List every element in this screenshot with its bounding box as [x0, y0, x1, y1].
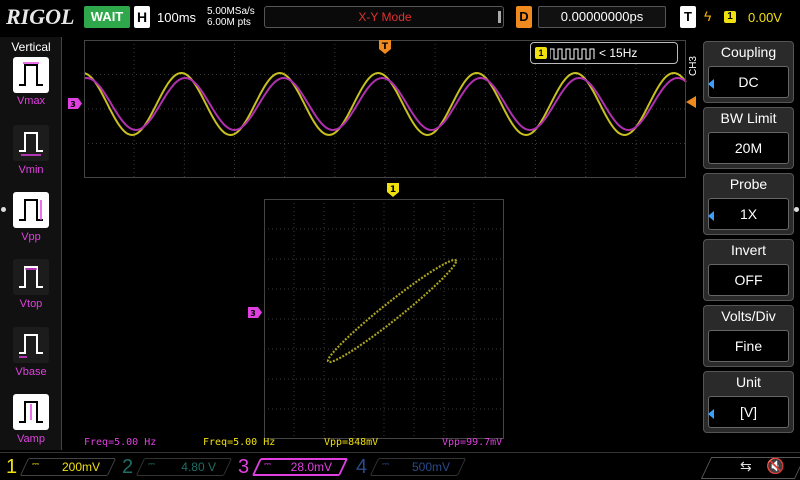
channel-settings-menu: Coupling DC BW Limit 20M Probe 1X Invert… — [703, 41, 794, 433]
probe-value: 1X — [708, 198, 789, 230]
freq-channel-badge: 1 — [535, 47, 547, 59]
invert-header: Invert — [730, 242, 766, 258]
channel-2-number: 2 — [122, 456, 134, 478]
coupling-value: DC — [708, 66, 789, 98]
coupling-header: Coupling — [720, 44, 777, 60]
freq-badge-text: < 15Hz — [599, 46, 638, 60]
channel-3-number: 3 — [238, 456, 250, 478]
trigger-level-marker[interactable] — [686, 96, 696, 108]
trigger-marker-text: T — [382, 42, 389, 52]
ch3-menu-label: CH3 — [688, 56, 699, 77]
measurement-ch1-vpp: Vpp=848mV — [324, 437, 379, 448]
probe-arrow-icon — [708, 211, 714, 221]
probe-header: Probe — [729, 176, 768, 192]
invert-menu-item[interactable]: Invert OFF — [703, 239, 794, 301]
measurement-ch1-freq: Freq=5.00 Hz — [203, 437, 276, 448]
channel-3-tab[interactable]: 3 ⎓ 28.0mV — [234, 455, 350, 479]
channel-4-scale: 500mV — [411, 460, 450, 474]
volts-div-menu-item[interactable]: Volts/Div Fine — [703, 305, 794, 367]
bw-limit-value: 20M — [708, 132, 789, 164]
coupling-arrow-icon — [708, 79, 714, 89]
xy-plot-frame — [264, 199, 504, 439]
channel-4-number: 4 — [356, 456, 368, 478]
channel-1-number: 1 — [6, 456, 18, 478]
trigger-position-marker[interactable]: T — [379, 40, 391, 54]
unit-value: [V] — [708, 396, 789, 428]
channel-3-scale: 28.0mV — [290, 460, 332, 474]
square-wave-icon — [550, 48, 595, 60]
frequency-counter-badge[interactable]: 1 < 15Hz — [530, 42, 678, 64]
channel-1-tab[interactable]: 1 ⎓ 200mV — [2, 455, 118, 479]
probe-menu-item[interactable]: Probe 1X — [703, 173, 794, 235]
right-page-dot — [794, 207, 799, 212]
channel-1-scale: 200mV — [61, 460, 100, 474]
unit-menu-item[interactable]: Unit [V] — [703, 371, 794, 433]
coupling-menu-item[interactable]: Coupling DC — [703, 41, 794, 103]
volts-div-value: Fine — [708, 330, 789, 362]
unit-arrow-icon — [708, 409, 714, 419]
ch1-xy-marker[interactable]: 1 — [387, 183, 399, 197]
invert-value: OFF — [708, 264, 789, 296]
ch3-offset-marker[interactable]: 3 — [68, 98, 82, 109]
channel-4-tab[interactable]: 4 ⎓ 500mV — [352, 455, 468, 479]
measurement-ch3-vpp: Vpp=99.7mV — [442, 437, 503, 448]
channel-2-scale: 4.80 V — [181, 460, 216, 474]
ch3-marker-text: 3 — [70, 100, 76, 109]
bw-limit-menu-item[interactable]: BW Limit 20M — [703, 107, 794, 169]
measurement-ch3-freq: Freq=5.00 Hz — [84, 437, 157, 448]
unit-header: Unit — [736, 374, 761, 390]
channel-2-tab[interactable]: 2 ⎓ 4.80 V — [118, 455, 234, 479]
volts-div-header: Volts/Div — [721, 308, 776, 324]
ch1-marker-text: 1 — [390, 185, 396, 195]
speaker-muted-icon[interactable]: 🔇 — [766, 457, 785, 475]
bw-limit-header: BW Limit — [720, 110, 777, 126]
ch3-xy-marker[interactable]: 3 — [248, 307, 262, 318]
ch3-xy-marker-text: 3 — [250, 309, 256, 318]
usb-icon: ⇆ — [740, 458, 752, 474]
channel-status-bar: 1 ⎓ 200mV 2 ⎓ 4.80 V 3 ⎓ 28.0mV 4 ⎓ 500m… — [0, 452, 800, 480]
